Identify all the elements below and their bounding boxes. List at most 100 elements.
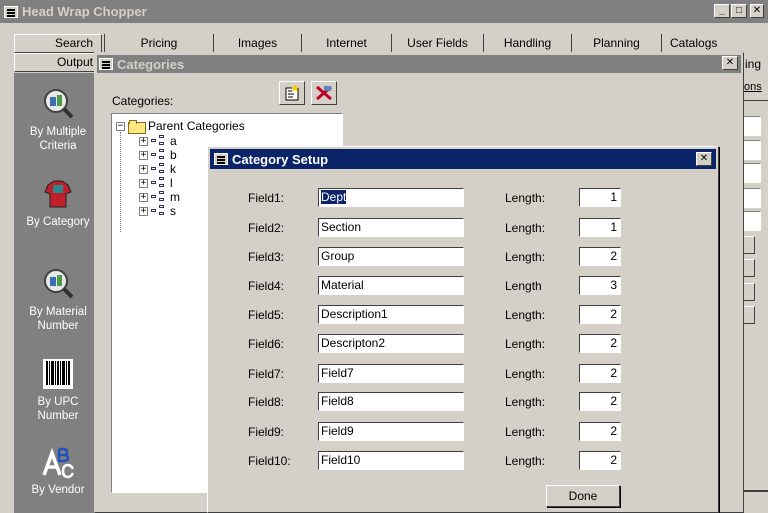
field-name-input[interactable]: Field8 xyxy=(318,392,464,411)
right-tab-fragment: ing xyxy=(745,57,762,71)
field-name-input[interactable]: Descripton2 xyxy=(318,334,464,353)
setup-close-button[interactable]: ✕ xyxy=(696,152,712,166)
length-input[interactable]: 2 xyxy=(579,422,621,441)
sidebar-item-multiple-criteria[interactable]: By Multiple Criteria xyxy=(14,87,102,153)
tree-node-k[interactable]: + k xyxy=(139,162,176,176)
field-name-input[interactable]: Group xyxy=(318,247,464,266)
maximize-button[interactable]: □ xyxy=(731,4,747,18)
tree-node-m[interactable]: + m xyxy=(139,190,180,204)
tree-node-label: b xyxy=(170,148,177,162)
length-input[interactable]: 1 xyxy=(579,188,621,207)
expand-icon[interactable]: + xyxy=(139,150,148,160)
tree-node-b[interactable]: + b xyxy=(139,148,177,162)
field-name-input[interactable]: Field9 xyxy=(318,422,464,441)
tree-node-label: m xyxy=(170,190,180,204)
field-name-input[interactable]: Dept xyxy=(318,188,464,207)
tree-node-label: k xyxy=(170,162,176,176)
length-label: Length: xyxy=(505,337,546,351)
field-name-input[interactable]: Field7 xyxy=(318,364,464,383)
done-button[interactable]: Done xyxy=(546,485,620,507)
field-name-value: Dept xyxy=(321,190,347,204)
tab-handling[interactable]: Handling xyxy=(484,34,572,52)
length-input[interactable]: 2 xyxy=(579,305,621,324)
field-row-7: Field7: Field7 Length: 2 xyxy=(208,364,718,384)
field-row-3: Field3: Group Length: 2 xyxy=(208,247,718,267)
field-row-8: Field8: Field8 Length: 2 xyxy=(208,392,718,412)
tree-node-s[interactable]: + s xyxy=(139,204,176,218)
tab-images[interactable]: Images xyxy=(214,34,302,52)
right-field-1[interactable] xyxy=(741,116,761,136)
barcode-icon xyxy=(41,357,75,391)
tree-node-label: s xyxy=(170,204,176,218)
abc-icon xyxy=(41,445,75,479)
length-input[interactable]: 2 xyxy=(579,392,621,411)
tree-node-l[interactable]: + l xyxy=(139,176,173,190)
length-input[interactable]: 3 xyxy=(579,276,621,295)
expand-icon[interactable]: + xyxy=(139,164,148,174)
right-field-2[interactable] xyxy=(741,140,761,160)
app-icon xyxy=(4,5,18,18)
tree-root-label: Parent Categories xyxy=(148,119,245,133)
length-label: Length: xyxy=(505,395,546,409)
right-field-4[interactable] xyxy=(741,188,761,208)
sidebar-item-label: By UPC xyxy=(37,396,79,408)
sidebar-item-material-number[interactable]: By Material Number xyxy=(14,267,102,333)
tab-planning[interactable]: Planning xyxy=(572,34,662,52)
expand-icon[interactable]: + xyxy=(139,178,148,188)
length-label: Length: xyxy=(505,250,546,264)
search-button[interactable]: Search xyxy=(14,34,102,53)
new-category-button[interactable] xyxy=(279,81,305,105)
field-name-input[interactable]: Description1 xyxy=(318,305,464,324)
field-name-input[interactable]: Material xyxy=(318,276,464,295)
tab-internet[interactable]: Internet xyxy=(302,34,392,52)
length-input[interactable]: 2 xyxy=(579,247,621,266)
field-label: Field10: xyxy=(248,454,291,468)
delete-category-button[interactable] xyxy=(311,81,337,105)
tab-pricing[interactable]: Pricing xyxy=(104,34,214,52)
right-link-fragment[interactable]: ons xyxy=(744,81,762,93)
folder-icon xyxy=(128,120,146,134)
categories-close-button[interactable]: ✕ xyxy=(722,56,738,70)
collapse-icon[interactable]: − xyxy=(116,121,125,131)
sidebar-item-label: Number xyxy=(37,410,79,422)
sidebar-item-vendor[interactable]: By Vendor xyxy=(14,445,102,497)
field-label: Field2: xyxy=(248,221,285,235)
hierarchy-icon xyxy=(151,191,165,203)
hierarchy-icon xyxy=(151,163,165,175)
tree-node-label: a xyxy=(170,134,177,148)
tree-root[interactable]: − Parent Categories xyxy=(116,119,245,134)
field-row-9: Field9: Field9 Length: 2 xyxy=(208,422,718,442)
sidebar-item-label: Number xyxy=(37,320,79,332)
app-title-bar: Head Wrap Chopper xyxy=(0,0,768,23)
field-name-input[interactable]: Section xyxy=(318,218,464,237)
sidebar-item-label: By Category xyxy=(26,216,90,228)
tree-node-label: l xyxy=(170,176,173,190)
output-button[interactable]: Output xyxy=(14,53,102,72)
tab-user-fields[interactable]: User Fields xyxy=(392,34,484,52)
minimize-button[interactable]: _ xyxy=(714,4,730,18)
field-label: Field7: xyxy=(248,367,285,381)
expand-icon[interactable]: + xyxy=(139,136,148,146)
field-name-input[interactable]: Field10 xyxy=(318,451,464,470)
tree-node-a[interactable]: + a xyxy=(139,134,177,148)
expand-icon[interactable]: + xyxy=(139,192,148,202)
sidebar-item-label: By Material xyxy=(29,306,87,318)
field-label: Field4: xyxy=(248,279,285,293)
categories-title-bar: Categories xyxy=(97,55,741,73)
length-label: Length: xyxy=(505,191,546,205)
field-row-5: Field5: Description1 Length: 2 xyxy=(208,305,718,325)
shirt-icon xyxy=(41,177,75,211)
length-input[interactable]: 1 xyxy=(579,218,621,237)
length-input[interactable]: 2 xyxy=(579,451,621,470)
field-label: Field5: xyxy=(248,308,285,322)
tab-catalogs[interactable]: Catalogs xyxy=(662,34,726,52)
length-input[interactable]: 2 xyxy=(579,364,621,383)
expand-icon[interactable]: + xyxy=(139,206,148,216)
sidebar-item-category[interactable]: By Category xyxy=(14,177,102,229)
right-field-5[interactable] xyxy=(741,211,761,231)
length-input[interactable]: 2 xyxy=(579,334,621,353)
sidebar-item-upc-number[interactable]: By UPC Number xyxy=(14,357,102,423)
right-field-3[interactable] xyxy=(741,163,761,183)
hierarchy-icon xyxy=(151,149,165,161)
close-button[interactable]: ✕ xyxy=(750,4,764,18)
